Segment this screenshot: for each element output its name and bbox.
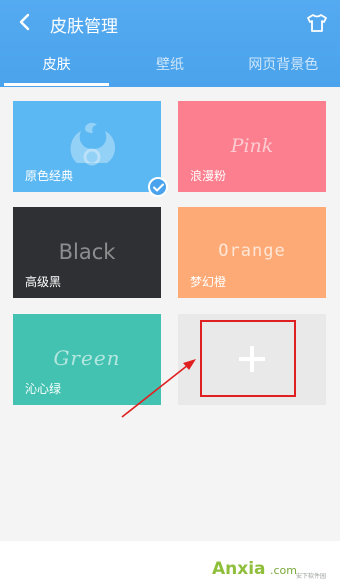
skin-card-classic[interactable]: 原色经典 <box>13 101 161 192</box>
skin-preview-word: Black <box>58 240 116 264</box>
squirrel-logo-icon <box>70 122 116 166</box>
skin-label: 沁心绿 <box>25 382 62 396</box>
watermark-tagline: 安下软件园 <box>296 572 326 580</box>
skin-card-black[interactable]: Black 高级黑 <box>13 207 161 298</box>
skin-card-orange[interactable]: Orange 梦幻橙 <box>178 207 326 298</box>
skin-label: 高级黑 <box>25 275 62 289</box>
skin-label: 浪漫粉 <box>190 169 227 183</box>
skin-label: 梦幻橙 <box>190 275 227 289</box>
highlight-box <box>200 320 296 397</box>
anxia-watermark-logo: Anxia .com 安下软件园 <box>212 559 326 580</box>
skin-grid: 原色经典 Pink 浪漫粉 Black 高级黑 Orange 梦幻橙 Green… <box>0 0 340 585</box>
skin-preview-word: Green <box>53 346 121 370</box>
selected-check-icon <box>148 177 168 197</box>
skin-label: 原色经典 <box>25 169 74 183</box>
skin-card-green[interactable]: Green 沁心绿 <box>13 314 161 405</box>
watermark-domain: .com <box>270 564 297 577</box>
skin-card-pink[interactable]: Pink 浪漫粉 <box>178 101 326 192</box>
watermark-brand: Anxia <box>212 559 266 579</box>
skin-preview-word: Pink <box>230 135 274 157</box>
skin-preview-word: Orange <box>218 241 286 261</box>
